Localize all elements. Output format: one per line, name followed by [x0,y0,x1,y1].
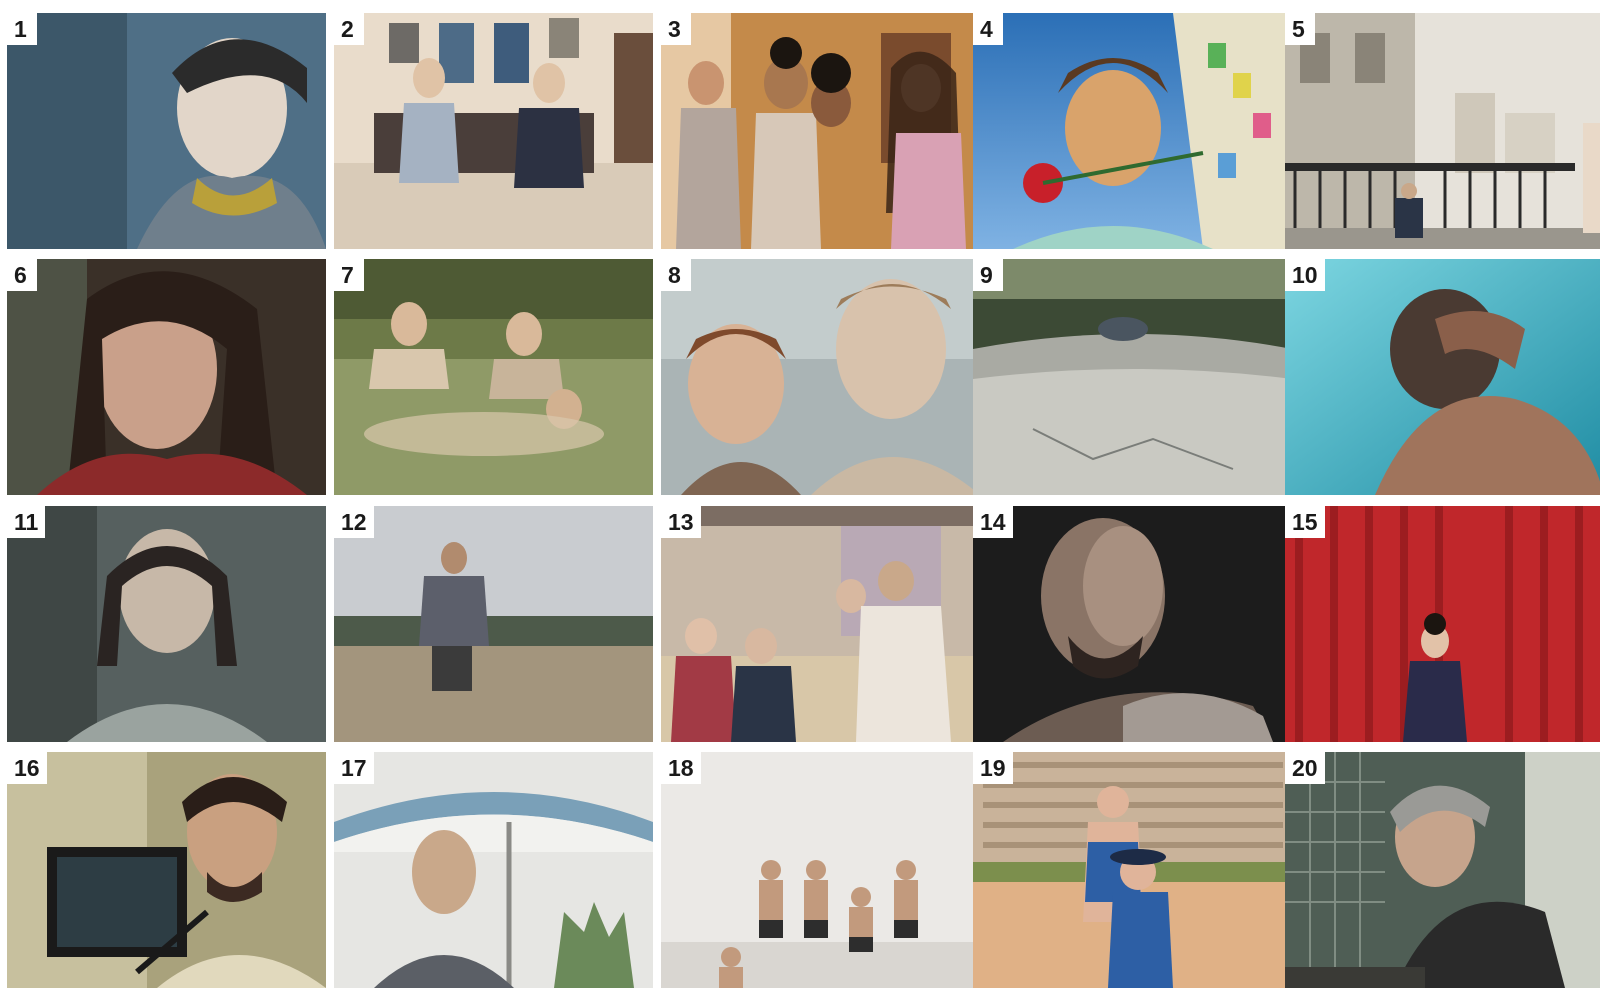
people-at-table-still [661,506,980,742]
tile-number-badge: 7 [334,259,364,291]
empty-road-still [973,259,1292,495]
tile-number-badge: 14 [973,506,1013,538]
tile-number-badge: 15 [1285,506,1325,538]
film-still-tile: 3 [661,13,980,249]
film-still-tile: 11 [7,506,326,742]
man-underwater-still [1285,259,1600,495]
film-still-tile: 9 [973,259,1292,495]
film-stills-grid: 1 2 3 4 5 6 7 8 9 10 11 12 13 14 15 16 1… [0,0,1600,1003]
film-still-tile: 6 [7,259,326,495]
film-still-tile: 10 [1285,259,1600,495]
film-still-tile: 2 [334,13,653,249]
man-with-headphones-still [7,752,326,988]
two-women-bed-still [334,13,653,249]
group-of-women-still [661,13,980,249]
man-under-parasol-still [334,752,653,988]
two-men-faces-still [661,259,980,495]
tile-number-badge: 17 [334,752,374,784]
tile-number-badge: 20 [1285,752,1325,784]
older-man-piano-still [1285,752,1600,988]
film-still-tile: 7 [334,259,653,495]
film-still-tile: 12 [334,506,653,742]
beach-bathers-still [973,752,1292,988]
woman-wet-hair-still [7,259,326,495]
film-still-tile: 1 [7,13,326,249]
man-in-field-still [334,506,653,742]
tile-number-badge: 2 [334,13,364,45]
tile-number-badge: 16 [7,752,47,784]
bald-man-dark-still [973,506,1292,742]
film-still-tile: 5 [1285,13,1600,249]
tile-number-badge: 18 [661,752,701,784]
tile-number-badge: 6 [7,259,37,291]
film-still-tile: 15 [1285,506,1600,742]
tile-number-badge: 12 [334,506,374,538]
tile-number-badge: 3 [661,13,691,45]
women-in-river-still [334,259,653,495]
tile-number-badge: 5 [1285,13,1315,45]
film-still-tile: 13 [661,506,980,742]
tile-number-badge: 11 [7,506,46,538]
woman-closeup-still [7,13,326,249]
tile-number-badge: 13 [661,506,701,538]
film-still-tile: 14 [973,506,1292,742]
tile-number-badge: 1 [7,13,37,45]
man-with-rose-still [973,13,1292,249]
men-in-swimwear-still [661,752,980,988]
film-still-tile: 20 [1285,752,1600,988]
tile-number-badge: 9 [973,259,1003,291]
tile-number-badge: 8 [661,259,691,291]
tile-number-badge: 4 [973,13,1003,45]
film-still-tile: 18 [661,752,980,988]
woman-red-curtain-still [1285,506,1600,742]
man-with-braids-still [7,506,326,742]
tile-number-badge: 10 [1285,259,1325,291]
film-still-tile: 16 [7,752,326,988]
tile-number-badge: 19 [973,752,1013,784]
film-still-tile: 4 [973,13,1292,249]
film-still-tile: 19 [973,752,1292,988]
film-still-tile: 8 [661,259,980,495]
rooftop-city-still [1285,13,1600,249]
film-still-tile: 17 [334,752,653,988]
